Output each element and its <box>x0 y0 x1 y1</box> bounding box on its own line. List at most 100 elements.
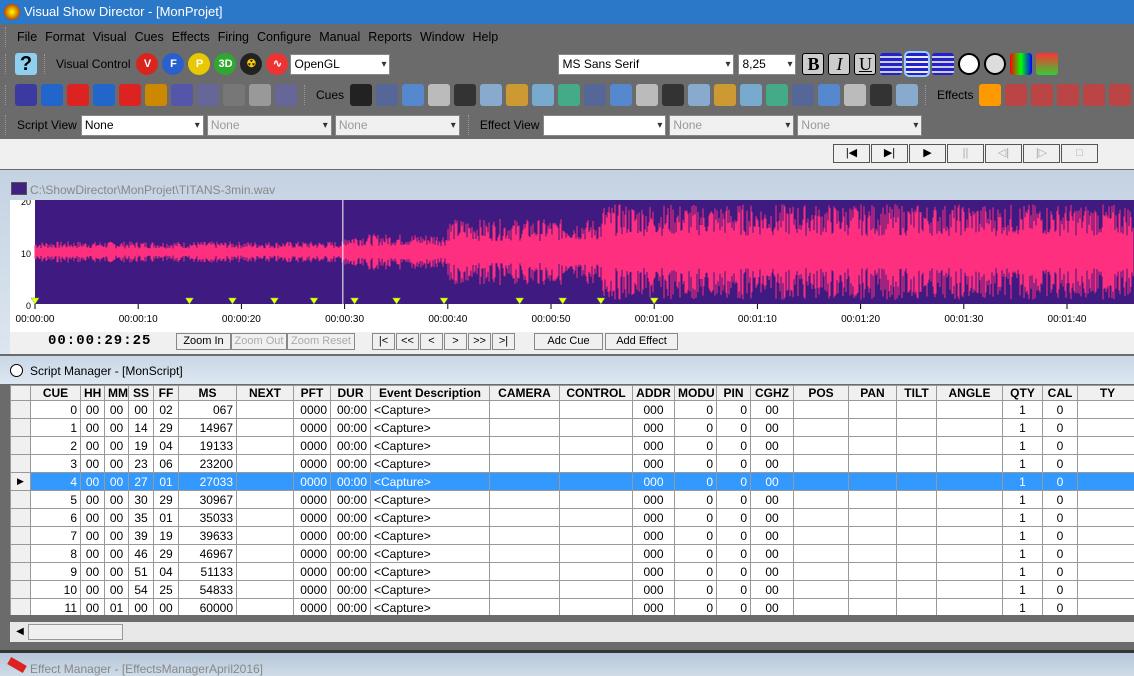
script-grid[interactable]: CUE HH MM SS FF MS NEXT PFT DUR Event Description… <box>10 385 1134 615</box>
cell-angle[interactable] <box>936 598 1003 615</box>
cue-tool-icon-21[interactable] <box>896 84 919 106</box>
menu-cues[interactable]: Cues <box>135 30 164 44</box>
visual-control-menu[interactable]: Visual Control <box>56 57 130 71</box>
cell-qty[interactable]: 1 <box>1002 598 1043 615</box>
cell-camera[interactable] <box>489 526 560 545</box>
cell-ff[interactable]: 06 <box>153 454 179 473</box>
row-selector[interactable] <box>10 598 31 615</box>
cell-camera[interactable] <box>489 490 560 509</box>
column-header-modu[interactable]: MODU <box>674 385 717 401</box>
row-selector[interactable] <box>10 436 31 455</box>
cell-hh[interactable]: 00 <box>80 580 105 599</box>
transport-button-4[interactable]: ◁| <box>985 144 1022 163</box>
cell-tilt[interactable] <box>896 580 937 599</box>
column-header-cue[interactable]: CUE <box>30 385 81 401</box>
row-selector[interactable] <box>10 454 31 473</box>
effect-tool-icon-0[interactable] <box>979 84 1002 106</box>
row-selector[interactable]: ▶ <box>10 472 31 491</box>
cell-event-description[interactable]: <Capture> <box>370 562 490 581</box>
cell-addr[interactable]: 000 <box>632 490 675 509</box>
cell-event-description[interactable]: <Capture> <box>370 598 490 615</box>
cell-qty[interactable]: 1 <box>1002 418 1043 437</box>
cell-pos[interactable] <box>793 562 849 581</box>
cell-cue[interactable]: 3 <box>30 454 81 473</box>
transport-button-1[interactable]: ▶| <box>871 144 908 163</box>
cell-cal[interactable]: 0 <box>1042 454 1078 473</box>
cell-cghz[interactable]: 00 <box>750 526 794 545</box>
cell-pft[interactable]: 0000 <box>293 472 331 491</box>
cell-next[interactable] <box>236 580 294 599</box>
cell-ss[interactable]: 35 <box>128 508 154 527</box>
cell-pin[interactable]: 0 <box>716 526 751 545</box>
cell-control[interactable] <box>559 508 633 527</box>
column-header-qty[interactable]: QTY <box>1002 385 1043 401</box>
cell-cghz[interactable]: 00 <box>750 436 794 455</box>
cell-cghz[interactable]: 00 <box>750 544 794 563</box>
cell-ty[interactable] <box>1077 508 1134 527</box>
cue-tool-icon-8[interactable] <box>558 84 581 106</box>
sort-az-alt-icon[interactable] <box>93 84 115 106</box>
cell-cal[interactable]: 0 <box>1042 400 1078 419</box>
underline-icon[interactable]: U <box>854 53 877 75</box>
cell-pos[interactable] <box>793 472 849 491</box>
cell-cue[interactable]: 6 <box>30 508 81 527</box>
cell-control[interactable] <box>559 400 633 419</box>
cell-dur[interactable]: 00:00 <box>330 490 371 509</box>
cell-angle[interactable] <box>936 508 1003 527</box>
cell-angle[interactable] <box>936 580 1003 599</box>
cell-pft[interactable]: 0000 <box>293 580 331 599</box>
cell-ss[interactable]: 23 <box>128 454 154 473</box>
menu-manual[interactable]: Manual <box>319 30 360 44</box>
cell-pft[interactable]: 0000 <box>293 436 331 455</box>
cell-ty[interactable] <box>1077 526 1134 545</box>
paste-icon[interactable] <box>197 84 219 106</box>
cell-next[interactable] <box>236 490 294 509</box>
cell-cal[interactable]: 0 <box>1042 418 1078 437</box>
cell-tilt[interactable] <box>896 454 937 473</box>
cell-pan[interactable] <box>848 454 897 473</box>
cell-control[interactable] <box>559 490 633 509</box>
cell-hh[interactable]: 00 <box>80 544 105 563</box>
cell-modu[interactable]: 0 <box>674 490 717 509</box>
cell-pft[interactable]: 0000 <box>293 418 331 437</box>
sort-az-icon[interactable] <box>41 84 63 106</box>
cell-ss[interactable]: 39 <box>128 526 154 545</box>
cell-ff[interactable]: 01 <box>153 472 179 491</box>
cell-cue[interactable]: 0 <box>30 400 81 419</box>
cell-cue[interactable]: 5 <box>30 490 81 509</box>
cell-ff[interactable]: 19 <box>153 526 179 545</box>
nav-button-5[interactable]: >| <box>492 333 515 350</box>
cell-control[interactable] <box>559 454 633 473</box>
f-icon[interactable]: F <box>162 53 185 75</box>
cell-ty[interactable] <box>1077 454 1134 473</box>
effect-tool-icon-5[interactable] <box>1109 84 1132 106</box>
cell-ms[interactable]: 23200 <box>178 454 237 473</box>
menu-help[interactable]: Help <box>472 30 498 44</box>
renderer-select[interactable]: OpenGL <box>290 53 391 75</box>
row-selector[interactable] <box>10 400 31 419</box>
cell-ty[interactable] <box>1077 544 1134 563</box>
cell-cue[interactable]: 1 <box>30 418 81 437</box>
cell-ss[interactable]: 00 <box>128 400 154 419</box>
cell-cue[interactable]: 8 <box>30 544 81 563</box>
cell-ff[interactable]: 04 <box>153 562 179 581</box>
cell-addr[interactable]: 000 <box>632 562 675 581</box>
cell-qty[interactable]: 1 <box>1002 526 1043 545</box>
cell-pan[interactable] <box>848 472 897 491</box>
page-icon[interactable] <box>223 84 245 106</box>
cell-event-description[interactable]: <Capture> <box>370 508 490 527</box>
column-header-hh[interactable]: HH <box>80 385 105 401</box>
cell-angle[interactable] <box>936 544 1003 563</box>
cell-hh[interactable]: 00 <box>80 400 105 419</box>
column-header-pin[interactable]: PIN <box>716 385 751 401</box>
cell-qty[interactable]: 1 <box>1002 490 1043 509</box>
horizontal-scrollbar[interactable]: ◀ <box>10 622 1134 642</box>
column-header-pan[interactable]: PAN <box>848 385 897 401</box>
cue-tool-icon-7[interactable] <box>532 84 555 106</box>
cue-tool-icon-18[interactable] <box>818 84 841 106</box>
cell-pin[interactable]: 0 <box>716 436 751 455</box>
cell-qty[interactable]: 1 <box>1002 436 1043 455</box>
fire-icon[interactable] <box>145 84 167 106</box>
cell-control[interactable] <box>559 436 633 455</box>
cell-pft[interactable]: 0000 <box>293 526 331 545</box>
